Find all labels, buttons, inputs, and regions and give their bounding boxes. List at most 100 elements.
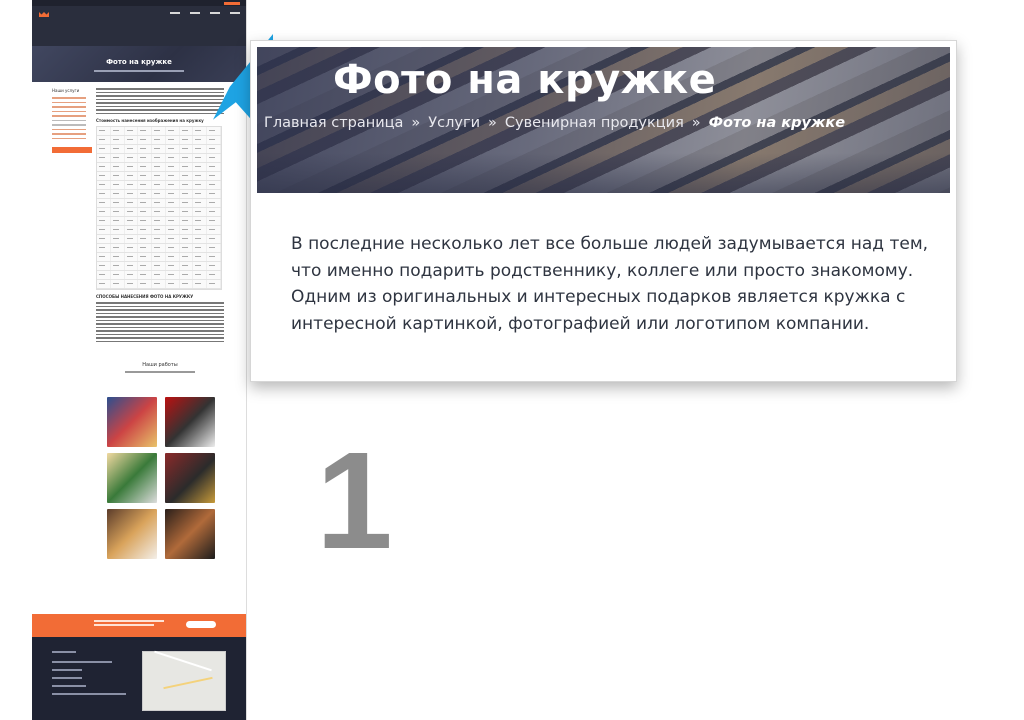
thumb-text-line (96, 316, 224, 318)
thumb-methods-title: СПОСОБЫ НАНЕСЕНИЯ ФОТО НА КРУЖКУ (96, 294, 194, 299)
thumb-text-line (96, 91, 224, 93)
thumb-text-line (96, 337, 224, 339)
thumb-footer-line (52, 693, 126, 695)
thumb-cta-band (32, 614, 246, 637)
breadcrumb-current: Фото на кружке (708, 115, 846, 131)
thumb-content: Стоимость нанесения изображения на кружк… (96, 86, 224, 373)
table-row (97, 172, 222, 181)
thumb-sidebar-button[interactable] (52, 147, 92, 153)
breadcrumb-separator: » (488, 115, 497, 131)
gallery-image[interactable] (107, 453, 157, 503)
intro-paragraph: В последние несколько лет все больше люд… (291, 234, 929, 334)
thumb-text-line (96, 312, 224, 314)
breadcrumb-separator: » (691, 115, 701, 131)
table-row (97, 226, 222, 235)
thumb-footer-line[interactable] (52, 677, 82, 679)
gallery-image[interactable] (165, 453, 215, 503)
thumb-nav-item[interactable] (230, 12, 240, 14)
thumb-hero: Фото на кружке (32, 46, 246, 82)
thumb-table-title: Стоимость нанесения изображения на кружк… (96, 118, 204, 123)
gallery-image[interactable] (107, 397, 157, 447)
table-row (97, 208, 222, 217)
gallery-image[interactable] (107, 509, 157, 559)
table-row (97, 181, 222, 190)
thumb-footer (32, 637, 246, 720)
thumb-text-line (96, 323, 224, 325)
thumb-hero-title: Фото на кружке (106, 58, 172, 66)
page-title: Фото на кружке (333, 57, 717, 103)
thumb-footer-line (52, 651, 76, 653)
table-row (97, 253, 222, 262)
table-row (97, 280, 222, 289)
thumb-sidebar: Наши услуги (52, 88, 92, 153)
thumb-header (32, 0, 246, 46)
thumb-sidebar-item[interactable] (52, 124, 86, 126)
table-row (97, 154, 222, 163)
thumb-sidebar-item[interactable] (52, 115, 86, 117)
breadcrumb-home-link[interactable]: Главная страница (264, 115, 403, 131)
breadcrumb: Главная страница » Услуги » Сувенирная проду… (264, 115, 845, 131)
thumb-phone-button[interactable] (224, 2, 240, 5)
thumb-sidebar-item[interactable] (52, 97, 86, 99)
thumb-text-line (96, 98, 224, 100)
thumb-cta-text (94, 620, 164, 622)
gallery-image[interactable] (165, 397, 215, 447)
table-row (97, 262, 222, 271)
breadcrumb-services-link[interactable]: Услуги (428, 115, 480, 131)
thumb-text-line (96, 105, 224, 107)
thumb-sidebar-item[interactable] (52, 101, 86, 103)
thumb-sidebar-item[interactable] (52, 128, 86, 130)
thumb-logo[interactable] (39, 12, 61, 30)
thumb-text-line (96, 319, 224, 321)
thumb-text-line (96, 333, 224, 335)
thumb-nav-item[interactable] (190, 12, 200, 14)
thumb-nav-item[interactable] (170, 12, 180, 14)
table-row (97, 217, 222, 226)
hero-banner: Фото на кружке Главная страница » Услуги » С… (257, 47, 950, 193)
table-row (97, 235, 222, 244)
table-row (97, 145, 222, 154)
thumb-works-title: Наши работы (142, 362, 178, 368)
thumb-text-line (96, 95, 224, 97)
table-row (97, 199, 222, 208)
thumb-text-line (96, 112, 224, 114)
crown-icon (39, 12, 49, 17)
thumb-nav[interactable] (170, 12, 240, 14)
thumb-text-line (96, 102, 224, 104)
thumb-nav-item[interactable] (210, 12, 220, 14)
thumb-text-line (96, 309, 224, 311)
breadcrumb-separator: » (411, 115, 421, 131)
thumb-top-bar (32, 0, 246, 6)
step-number: 1 (316, 424, 393, 578)
thumb-sidebar-item[interactable] (52, 137, 86, 139)
table-row (97, 190, 222, 199)
thumb-cta-text (94, 624, 154, 626)
thumb-text-line (96, 340, 224, 342)
table-row (97, 127, 222, 136)
thumb-sidebar-item[interactable] (52, 110, 86, 112)
table-row (97, 163, 222, 172)
table-row (97, 136, 222, 145)
thumb-text-line (96, 302, 224, 304)
thumb-text-line (96, 326, 224, 328)
thumb-footer-line[interactable] (52, 685, 86, 687)
thumb-text-line (96, 330, 224, 332)
thumb-works-subtitle (125, 371, 195, 373)
thumb-cta-button[interactable] (186, 621, 216, 628)
zoom-callout: Фото на кружке Главная страница » Услуги » С… (250, 40, 957, 382)
thumb-sidebar-item[interactable] (52, 106, 86, 108)
gallery-image[interactable] (165, 509, 215, 559)
table-row (97, 271, 222, 280)
thumb-text-line (96, 305, 224, 307)
table-row (97, 244, 222, 253)
thumb-footer-line[interactable] (52, 669, 82, 671)
thumb-map[interactable] (142, 651, 226, 711)
thumb-breadcrumb (94, 70, 184, 72)
thumb-text-line (96, 88, 224, 90)
breadcrumb-category-link[interactable]: Сувенирная продукция (505, 115, 684, 131)
thumb-footer-line (52, 661, 112, 663)
thumb-text-line (96, 109, 224, 111)
thumb-sidebar-title: Наши услуги (52, 88, 80, 93)
thumb-sidebar-item[interactable] (52, 119, 86, 121)
thumb-sidebar-item[interactable] (52, 133, 86, 135)
